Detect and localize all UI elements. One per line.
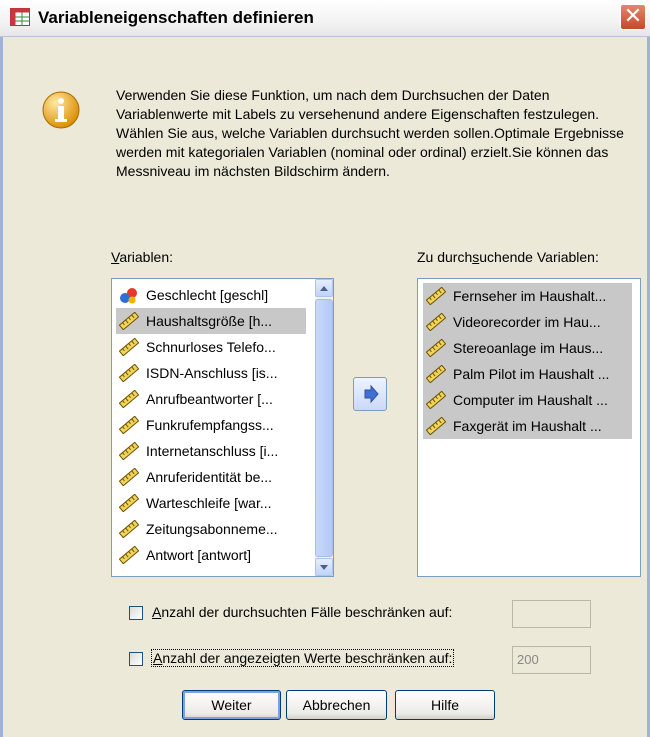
scale-variable-icon <box>426 365 446 383</box>
variable-label: Anruferidentität be... <box>146 469 273 485</box>
target-variable-item[interactable]: Faxgerät im Haushalt ... <box>423 413 632 439</box>
arrow-right-icon <box>364 384 379 404</box>
scale-variable-icon <box>426 287 446 305</box>
scroll-up-icon <box>320 286 328 291</box>
scroll-up-button[interactable] <box>315 279 333 297</box>
target-variable-item[interactable]: Palm Pilot im Haushalt ... <box>423 361 632 387</box>
limit-cases-checkbox[interactable] <box>129 606 143 620</box>
window-title: Variableneigenschaften definieren <box>38 8 314 27</box>
close-icon: ✕ <box>623 4 643 29</box>
help-button[interactable]: Hilfe <box>395 690 495 720</box>
scale-variable-icon <box>119 390 139 408</box>
variable-label: Anrufbeantworter [... <box>146 391 273 407</box>
variable-label: ISDN-Anschluss [is... <box>146 365 278 381</box>
scale-variable-icon <box>426 313 446 331</box>
target-list-label: Zu durchsuchende Variablen: <box>417 249 599 265</box>
info-message: Verwenden Sie diese Funktion, um nach de… <box>116 87 624 179</box>
scale-variable-icon <box>119 364 139 382</box>
scale-variable-icon <box>119 338 139 356</box>
variable-label: Internetanschluss [i... <box>146 443 279 459</box>
source-scrollbar[interactable] <box>315 279 333 576</box>
scale-variable-icon <box>119 520 139 538</box>
variable-label: Geschlecht [geschl] <box>146 287 269 303</box>
scroll-down-button[interactable] <box>315 558 333 576</box>
scroll-down-icon <box>320 565 328 570</box>
target-variable-item[interactable]: Stereoanlage im Haus... <box>423 335 632 361</box>
source-variable-item[interactable]: Anrufbeantworter [... <box>116 386 306 412</box>
source-items: Geschlecht [geschl] Haushaltsgröße [h... S… <box>116 282 306 568</box>
variable-label: Zeitungsabonneme... <box>146 521 278 537</box>
scroll-thumb[interactable] <box>315 299 333 557</box>
close-button[interactable]: ✕ <box>620 4 646 30</box>
move-to-target-button[interactable] <box>353 377 387 411</box>
scale-variable-icon <box>426 391 446 409</box>
dialog-window: Variableneigenschaften definieren ✕ Verw… <box>0 0 650 737</box>
info-icon <box>42 91 80 129</box>
target-variable-item[interactable]: Videorecorder im Hau... <box>423 309 632 335</box>
source-variable-item[interactable]: Antwort [antwort] <box>116 542 306 568</box>
continue-button[interactable]: Weiter <box>182 690 281 720</box>
scale-variable-icon <box>426 417 446 435</box>
source-variable-item[interactable]: ISDN-Anschluss [is... <box>116 360 306 386</box>
variable-label: Warteschleife [war... <box>146 495 272 511</box>
title-bar[interactable]: Variableneigenschaften definieren ✕ <box>0 0 650 37</box>
variable-label: Fernseher im Haushalt... <box>453 288 607 304</box>
limit-values-checkbox[interactable] <box>129 652 143 666</box>
source-variable-item[interactable]: Geschlecht [geschl] <box>116 282 306 308</box>
scale-variable-icon <box>119 494 139 512</box>
limit-values-label[interactable]: Anzahl der angezeigten Werte beschränken… <box>150 649 455 667</box>
source-variable-list[interactable]: Geschlecht [geschl] Haushaltsgröße [h... S… <box>111 278 334 577</box>
source-variable-item[interactable]: Zeitungsabonneme... <box>116 516 306 542</box>
source-list-label: Variablen: <box>111 249 174 265</box>
variable-label: Faxgerät im Haushalt ... <box>453 418 602 434</box>
target-variable-list[interactable]: Fernseher im Haushalt... Videorecorder im… <box>417 278 641 577</box>
limit-values-input[interactable]: 200 <box>512 646 591 674</box>
target-variable-item[interactable]: Fernseher im Haushalt... <box>423 283 632 309</box>
source-variable-item[interactable]: Anruferidentität be... <box>116 464 306 490</box>
scale-variable-icon <box>119 442 139 460</box>
variable-label: Funkrufempfangss... <box>146 417 274 433</box>
source-variable-item[interactable]: Funkrufempfangss... <box>116 412 306 438</box>
variable-label: Stereoanlage im Haus... <box>453 340 604 356</box>
scale-variable-icon <box>426 339 446 357</box>
limit-cases-label[interactable]: Anzahl der durchsuchten Fälle beschränke… <box>152 604 452 620</box>
source-variable-item[interactable]: Warteschleife [war... <box>116 490 306 516</box>
limit-cases-input[interactable] <box>512 600 591 628</box>
source-variable-item[interactable]: Internetanschluss [i... <box>116 438 306 464</box>
target-variable-item[interactable]: Computer im Haushalt ... <box>423 387 632 413</box>
scale-variable-icon <box>119 468 139 486</box>
cancel-button[interactable]: Abbrechen <box>286 690 387 720</box>
variable-label: Videorecorder im Hau... <box>453 314 601 330</box>
data-grid-icon <box>10 8 30 26</box>
target-items: Fernseher im Haushalt... Videorecorder im… <box>423 283 632 439</box>
variable-label: Computer im Haushalt ... <box>453 392 608 408</box>
scale-variable-icon <box>119 312 139 330</box>
variable-label: Antwort [antwort] <box>146 547 252 563</box>
scale-variable-icon <box>119 416 139 434</box>
source-variable-item[interactable]: Schnurloses Telefo... <box>116 334 306 360</box>
variable-label: Haushaltsgröße [h... <box>146 313 273 329</box>
scale-variable-icon <box>119 546 139 564</box>
source-variable-item[interactable]: Haushaltsgröße [h... <box>116 308 306 334</box>
variable-label: Palm Pilot im Haushalt ... <box>453 366 610 382</box>
variable-label: Schnurloses Telefo... <box>146 339 276 355</box>
nominal-variable-icon <box>120 288 137 304</box>
